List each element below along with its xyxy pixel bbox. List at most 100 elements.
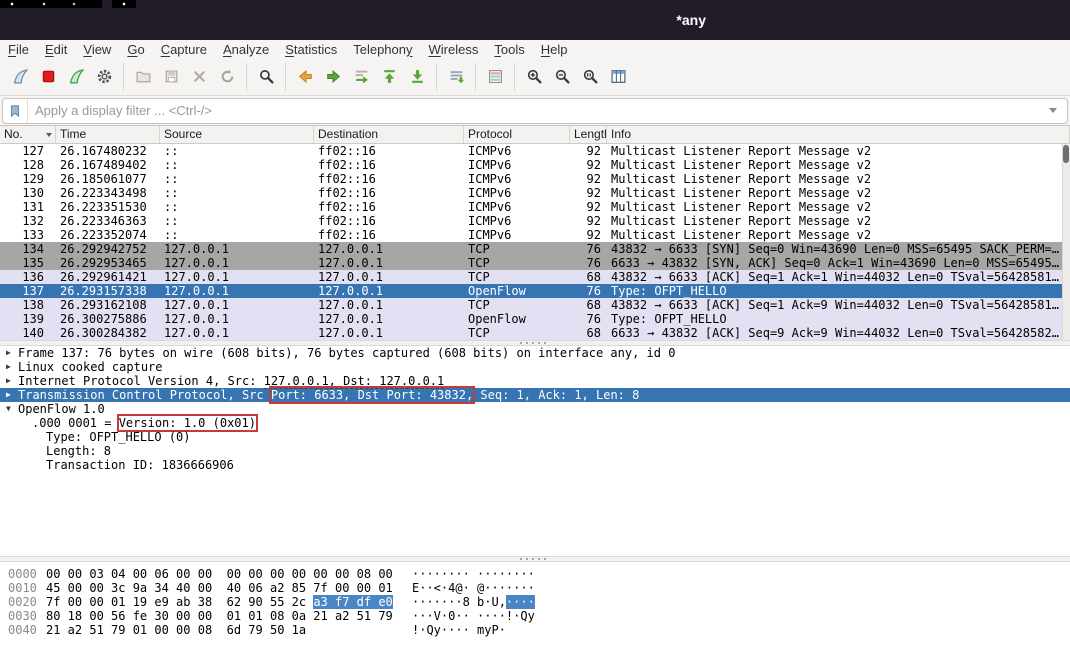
- detail-line[interactable]: .000 0001 = Version: 1.0 (0x01): [0, 414, 1070, 432]
- column-header-destination[interactable]: Destination: [314, 126, 464, 143]
- colorize-icon: [487, 68, 504, 85]
- packet-row[interactable]: 135 26.292953465 127.0.0.1 127.0.0.1 TCP 76 66…: [0, 256, 1070, 270]
- packet-row[interactable]: 131 26.223351530:: ff02::16 ICMPv6 92 Multica…: [0, 200, 1070, 214]
- detail-line[interactable]: Transaction ID: 1836666906: [0, 458, 1070, 472]
- column-header-no[interactable]: No.: [0, 126, 56, 143]
- hex-row[interactable]: 0040 21 a2 51 79 01 00 00 08 6d 79 50 1a!…: [0, 623, 1070, 637]
- display-filter-input[interactable]: Apply a display filter ... <Ctrl-/>: [2, 97, 1068, 124]
- go-back-icon: [297, 68, 314, 85]
- menu-item-capture[interactable]: Capture: [153, 42, 215, 57]
- hex-ascii: !·Qy···· myP·: [412, 623, 506, 637]
- expander-icon[interactable]: ▶: [4, 360, 18, 374]
- packet-row[interactable]: 139 26.300275886 127.0.0.1 127.0.0.1 OpenFlo…: [0, 312, 1070, 326]
- hex-row[interactable]: 0030 80 18 00 56 fe 30 00 00 01 01 08 0a …: [0, 609, 1070, 623]
- packet-row[interactable]: 136 26.292961421 127.0.0.1 127.0.0.1 TCP 68 43…: [0, 270, 1070, 284]
- screen-artifact: [112, 0, 136, 8]
- hex-dump: 0000 00 00 03 04 00 06 00 00 00 00 00 00 …: [0, 562, 1070, 662]
- expander-icon[interactable]: ▶: [4, 374, 18, 388]
- menu-item-tools[interactable]: Tools: [486, 42, 532, 57]
- toolbar-file-open-button[interactable]: [129, 63, 157, 91]
- annotation-box: Port: 6633, Dst Port: 43832,: [268, 386, 476, 404]
- toolbar-find-button[interactable]: [252, 63, 280, 91]
- hex-row[interactable]: 0000 00 00 03 04 00 06 00 00 00 00 00 00 …: [0, 567, 1070, 581]
- packet-row[interactable]: 138 26.293162108 127.0.0.1 127.0.0.1 TCP 68 43…: [0, 298, 1070, 312]
- expander-icon[interactable]: ▶: [4, 346, 18, 360]
- menu-bar: File Edit View Go Capture Analyze Statistics Te…: [0, 40, 1070, 58]
- auto-scroll-icon: [448, 68, 465, 85]
- packet-row[interactable]: 140 26.300284382 127.0.0.1 127.0.0.1 TCP 68 66…: [0, 326, 1070, 340]
- hex-row[interactable]: 0020 7f 00 00 01 19 e9 ab 38 62 90 55 2c …: [0, 595, 1070, 609]
- hex-bytes: 80 18 00 56 fe 30 00 00 01 01 08 0a 21 a…: [46, 609, 393, 623]
- zoom-out-icon: [554, 68, 571, 85]
- toolbar-go-back-button[interactable]: [291, 63, 319, 91]
- menu-item-edit[interactable]: Edit: [37, 42, 75, 57]
- packet-details: ▶ Frame 137: 76 bytes on wire (608 bits),…: [0, 346, 1070, 556]
- splitter-grip-icon: [520, 558, 550, 560]
- pane-splitter[interactable]: [0, 340, 1070, 346]
- toolbar-resize-columns-button[interactable]: [604, 63, 632, 91]
- filter-dropdown-arrow-icon[interactable]: [1049, 108, 1057, 113]
- toolbar-colorize-button[interactable]: [481, 63, 509, 91]
- hex-row[interactable]: 0010 45 00 00 3c 9a 34 40 00 40 06 a2 85 …: [0, 581, 1070, 595]
- menu-item-analyze[interactable]: Analyze: [215, 42, 277, 57]
- ascii-selected-bytes: ····: [505, 595, 535, 609]
- pane-splitter[interactable]: [0, 556, 1070, 562]
- wireshark-window: *any File Edit View Go Capture Analyze Statist…: [0, 0, 1070, 662]
- detail-line[interactable]: ▶ Linux cooked capture: [0, 360, 1070, 374]
- toolbar-go-to-packet-button[interactable]: [347, 63, 375, 91]
- toolbar-capture-start-button[interactable]: [6, 63, 34, 91]
- toolbar-reload-button[interactable]: [213, 63, 241, 91]
- packet-row[interactable]: 133 26.223352074:: ff02::16 ICMPv6 92 Multica…: [0, 228, 1070, 242]
- column-header-time[interactable]: Time: [56, 126, 160, 143]
- hex-selected-bytes: a3 f7 df e0: [313, 595, 393, 609]
- detail-line[interactable]: Type: OFPT_HELLO (0): [0, 430, 1070, 444]
- menu-item-wireless[interactable]: Wireless: [421, 42, 487, 57]
- zoom-original-icon: [582, 68, 599, 85]
- menu-item-statistics[interactable]: Statistics: [277, 42, 345, 57]
- toolbar-file-close-button[interactable]: [185, 63, 213, 91]
- menu-item-help[interactable]: Help: [533, 42, 576, 57]
- menu-item-file[interactable]: File: [0, 42, 37, 57]
- packet-row[interactable]: 134 26.292942752 127.0.0.1 127.0.0.1 TCP 76 43…: [0, 242, 1070, 256]
- detail-line[interactable]: Length: 8: [0, 444, 1070, 458]
- scrollbar-thumb[interactable]: [1063, 145, 1069, 163]
- toolbar-file-save-button[interactable]: [157, 63, 185, 91]
- file-open-icon: [135, 68, 152, 85]
- detail-line[interactable]: ▶ Transmission Control Protocol, Src Port…: [0, 386, 1070, 404]
- hex-ascii: E··<·4@· @·······: [412, 581, 535, 595]
- column-header-length[interactable]: Length: [570, 126, 607, 143]
- toolbar-go-forward-button[interactable]: [319, 63, 347, 91]
- toolbar-zoom-original-button[interactable]: [576, 63, 604, 91]
- detail-line[interactable]: ▼ OpenFlow 1.0: [0, 402, 1070, 416]
- expander-icon[interactable]: ▼: [4, 402, 18, 416]
- toolbar-go-bottom-button[interactable]: [403, 63, 431, 91]
- packet-list-scrollbar[interactable]: [1062, 144, 1070, 340]
- packet-row[interactable]: 128 26.167489402:: ff02::16 ICMPv6 92 Multica…: [0, 158, 1070, 172]
- toolbar-go-top-button[interactable]: [375, 63, 403, 91]
- detail-line[interactable]: ▶ Internet Protocol Version 4, Src: 127.0…: [0, 374, 1070, 389]
- packet-row[interactable]: 130 26.223343498:: ff02::16 ICMPv6 92 Multica…: [0, 186, 1070, 200]
- packet-row[interactable]: 127 26.167480232:: ff02::16 ICMPv6 92 Multica…: [0, 144, 1070, 158]
- filter-bookmark-icon[interactable]: [3, 98, 28, 123]
- packet-row[interactable]: 129 26.185061077:: ff02::16 ICMPv6 92 Multica…: [0, 172, 1070, 186]
- hex-offset: 0000: [8, 567, 37, 581]
- column-header-source[interactable]: Source: [160, 126, 314, 143]
- toolbar-capture-options-button[interactable]: [90, 63, 118, 91]
- toolbar-auto-scroll-button[interactable]: [442, 63, 470, 91]
- filter-bar: Apply a display filter ... <Ctrl-/>: [0, 96, 1070, 126]
- menu-item-telephony[interactable]: Telephony: [345, 42, 420, 57]
- screen-artifact: [0, 0, 102, 8]
- hex-offset: 0020: [8, 595, 37, 609]
- toolbar-zoom-out-button[interactable]: [548, 63, 576, 91]
- packet-row[interactable]: 137 26.293157338 127.0.0.1 127.0.0.1 OpenFlo…: [0, 284, 1070, 298]
- toolbar-zoom-in-button[interactable]: [520, 63, 548, 91]
- expander-icon[interactable]: ▶: [4, 388, 18, 402]
- toolbar-capture-restart-button[interactable]: [62, 63, 90, 91]
- column-header-info[interactable]: Info: [607, 126, 1070, 143]
- menu-item-view[interactable]: View: [75, 42, 119, 57]
- detail-line[interactable]: ▶ Frame 137: 76 bytes on wire (608 bits),…: [0, 346, 1070, 360]
- toolbar-capture-stop-button[interactable]: [34, 63, 62, 91]
- column-header-protocol[interactable]: Protocol: [464, 126, 570, 143]
- packet-row[interactable]: 132 26.223346363:: ff02::16 ICMPv6 92 Multica…: [0, 214, 1070, 228]
- menu-item-go[interactable]: Go: [119, 42, 152, 57]
